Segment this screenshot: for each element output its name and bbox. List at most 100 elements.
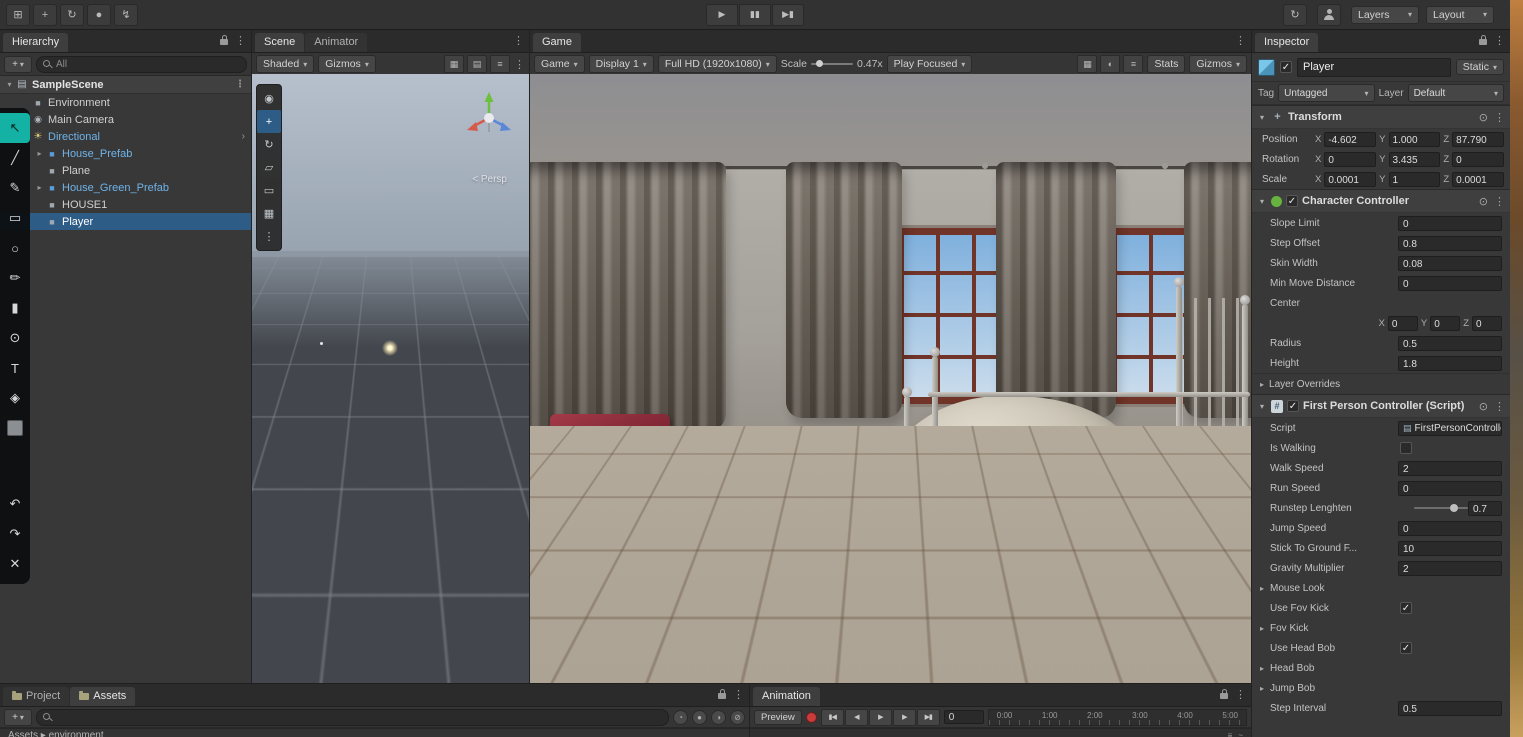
- undo-history-button[interactable]: ↻: [1283, 4, 1307, 26]
- inspector-field-row[interactable]: ▸ Head Bob: [1252, 658, 1510, 678]
- timeline-ruler[interactable]: 0:00 1:00 2:00 3:00 4:00 5:00: [988, 709, 1247, 726]
- inspector-field-row[interactable]: ▸ Center X Y Z: [1252, 293, 1510, 313]
- presets-icon[interactable]: ⊙: [1479, 195, 1488, 208]
- create-asset-button[interactable]: + ▾: [4, 709, 32, 726]
- value-field[interactable]: 2: [1398, 561, 1502, 576]
- inspector-field-row[interactable]: ▸ Walk Speed 2: [1252, 458, 1510, 478]
- gameobject-name-field[interactable]: Player: [1297, 58, 1451, 77]
- annotation-tool-button[interactable]: [0, 413, 30, 443]
- field-checkbox[interactable]: [1400, 442, 1412, 454]
- y-field[interactable]: 1: [1389, 172, 1441, 187]
- annotation-tool-button[interactable]: ↶: [0, 489, 30, 519]
- layers-dropdown[interactable]: Layers ▾: [1351, 6, 1419, 24]
- value-field[interactable]: 0.08: [1398, 256, 1502, 271]
- annotation-tool-button[interactable]: ╱: [0, 143, 30, 173]
- active-checkbox[interactable]: [1280, 61, 1292, 73]
- hierarchy-search-input[interactable]: All: [36, 56, 247, 73]
- component-menu-icon[interactable]: ⋮: [1494, 111, 1505, 124]
- inspector-field-row[interactable]: ▸ Stick To Ground F... 10: [1252, 538, 1510, 558]
- lock-icon[interactable]: [1479, 39, 1487, 45]
- panel-menu-icon[interactable]: ⋮: [1235, 34, 1246, 47]
- tab-project[interactable]: Project: [3, 687, 69, 706]
- layer-overrides-foldout[interactable]: ▸ Layer Overrides: [1252, 373, 1510, 394]
- scene-tool-button[interactable]: ▦: [257, 202, 281, 225]
- annotation-tool-button[interactable]: ✕: [0, 549, 30, 579]
- panel-menu-icon[interactable]: ⋮: [235, 34, 246, 47]
- value-field[interactable]: 1.8: [1398, 356, 1502, 371]
- foldout-arrow[interactable]: ▾: [1257, 113, 1267, 122]
- value-field[interactable]: 0: [1398, 276, 1502, 291]
- breadcrumb[interactable]: Assets ▸ environment: [0, 728, 749, 737]
- hierarchy-item[interactable]: ▾ SampleScene ⋮: [0, 76, 251, 94]
- curves-icon[interactable]: ~: [1238, 731, 1243, 737]
- project-toolbar-icon[interactable]: ◔: [673, 710, 688, 725]
- toolbar-icon-button[interactable]: ↯: [114, 4, 138, 26]
- step-button[interactable]: ▶▮: [772, 4, 804, 26]
- scene-tool-button[interactable]: ↻: [257, 133, 281, 156]
- presets-icon[interactable]: ⊙: [1479, 400, 1488, 413]
- row-chevron-icon[interactable]: ⋮: [235, 79, 247, 90]
- foldout-arrow[interactable]: ▸: [34, 183, 45, 192]
- hierarchy-item[interactable]: HOUSE1: [0, 196, 251, 213]
- tab-scene[interactable]: Scene: [255, 33, 304, 52]
- inspector-field-row[interactable]: ▸ Height X Y Z 1.8: [1252, 353, 1510, 373]
- dopesheet-strip[interactable]: ≡ ~: [750, 728, 1251, 737]
- panel-menu-icon[interactable]: ⋮: [1494, 34, 1505, 47]
- scale-slider[interactable]: [811, 63, 853, 65]
- inspector-field-row[interactable]: ▸ Use Fov Kick: [1252, 598, 1510, 618]
- project-search-input[interactable]: [36, 709, 669, 726]
- transport-button[interactable]: ▶: [869, 709, 892, 726]
- inspector-field-row[interactable]: ▸ Gravity Multiplier 2: [1252, 558, 1510, 578]
- value-field[interactable]: 0: [1398, 521, 1502, 536]
- projection-label[interactable]: < Persp: [472, 174, 507, 185]
- static-dropdown[interactable]: Static ▾: [1456, 59, 1504, 75]
- inspector-field-row[interactable]: ▸ Step Offset X Y Z 0.8: [1252, 233, 1510, 253]
- inspector-field-row[interactable]: ▸ Step Interval 0.5: [1252, 698, 1510, 718]
- inspector-field-row[interactable]: ▸ Jump Speed 0: [1252, 518, 1510, 538]
- value-field[interactable]: FirstPersonController: [1398, 421, 1502, 436]
- lock-icon[interactable]: [220, 39, 228, 45]
- game-toolbar-toggle[interactable]: ≡: [1123, 55, 1143, 73]
- draw-mode-dropdown[interactable]: Shaded ▾: [256, 55, 314, 73]
- tab-game[interactable]: Game: [533, 33, 581, 52]
- preview-toggle[interactable]: Preview: [754, 710, 802, 725]
- foldout-arrow[interactable]: ▾: [1257, 197, 1267, 206]
- toolbar-icon-button[interactable]: ⊞: [6, 4, 30, 26]
- hierarchy-item[interactable]: ▾ Directional ›: [0, 128, 251, 145]
- transport-button[interactable]: ◀: [845, 709, 868, 726]
- slider-track[interactable]: [1414, 507, 1468, 509]
- annotation-tool-button[interactable]: ▮: [0, 293, 30, 323]
- lock-icon[interactable]: [1220, 693, 1228, 699]
- annotation-tool-button[interactable]: ○: [0, 233, 30, 263]
- scale-slider-thumb[interactable]: [816, 60, 823, 67]
- game-view-mode-dropdown[interactable]: Game ▾: [534, 55, 585, 73]
- play-button[interactable]: ▶: [706, 4, 738, 26]
- value-field[interactable]: 0: [1398, 216, 1502, 231]
- frame-number-field[interactable]: 0: [944, 710, 984, 724]
- hierarchy-item[interactable]: ▸ House_Prefab: [0, 145, 251, 162]
- z-field[interactable]: 0: [1472, 316, 1502, 331]
- transport-button[interactable]: ▮◀: [821, 709, 844, 726]
- game-toolbar-toggle[interactable]: ▦: [1077, 55, 1097, 73]
- z-field[interactable]: 87.790: [1452, 132, 1504, 147]
- value-field[interactable]: 0.8: [1398, 236, 1502, 251]
- inspector-field-row[interactable]: ▸ Use Head Bob: [1252, 638, 1510, 658]
- game-toolbar-toggle[interactable]: ◐: [1100, 55, 1120, 73]
- scene-tool-button[interactable]: ⋮: [257, 225, 281, 248]
- scene-toolbar-toggle[interactable]: ≡: [490, 55, 510, 73]
- inspector-field-row[interactable]: ▸ Radius X Y Z 0.5: [1252, 333, 1510, 353]
- scene-tool-button[interactable]: ▱: [257, 156, 281, 179]
- dopesheet-icon[interactable]: ≡: [1228, 731, 1233, 737]
- annotation-tool-button[interactable]: ✎: [0, 173, 30, 203]
- project-toolbar-icon[interactable]: ⊘: [730, 710, 745, 725]
- inspector-field-row[interactable]: ▸ Fov Kick: [1252, 618, 1510, 638]
- inspector-field-row[interactable]: ▸ Slope Limit X Y Z 0: [1252, 213, 1510, 233]
- annotation-tool-button[interactable]: ↷: [0, 519, 30, 549]
- value-field[interactable]: 0: [1398, 481, 1502, 496]
- game-gizmos-dropdown[interactable]: Gizmos ▾: [1189, 55, 1247, 73]
- scene-tool-button[interactable]: +: [257, 110, 281, 133]
- panel-menu-icon[interactable]: ⋮: [513, 34, 524, 47]
- inspector-field-row[interactable]: ▸ Run Speed 0: [1252, 478, 1510, 498]
- component-menu-icon[interactable]: ⋮: [1494, 400, 1505, 413]
- transport-button[interactable]: ▶: [893, 709, 916, 726]
